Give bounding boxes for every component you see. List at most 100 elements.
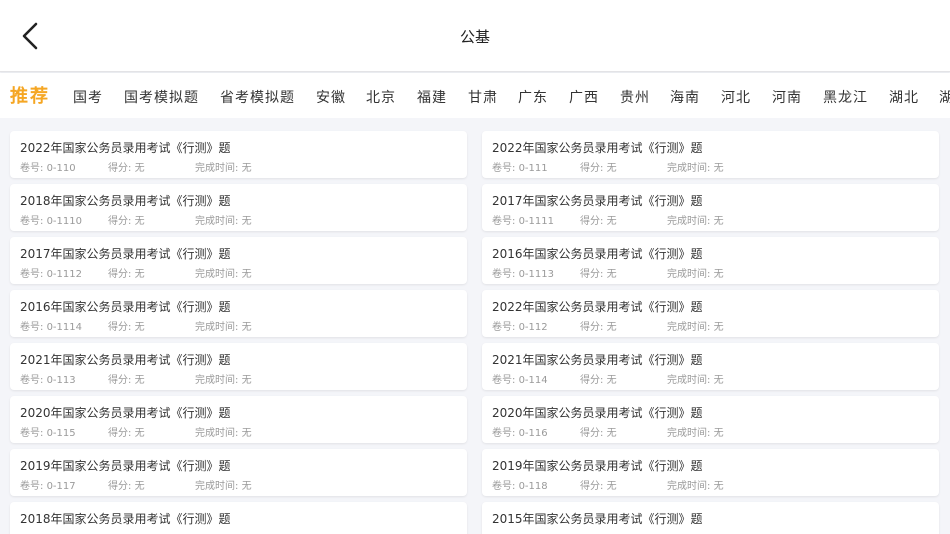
paper-finish-time-label: 完成时间:	[195, 428, 242, 439]
paper-number-value: 0-117	[46, 481, 76, 492]
paper-number-value: 0-1110	[46, 216, 82, 227]
paper-card[interactable]: 2020年国家公务员录用考试《行测》题 卷号: 0-116 得分: 无完成时间: 无	[482, 396, 939, 443]
paper-title: 2022年国家公务员录用考试《行测》题	[492, 300, 703, 314]
paper-score: 得分: 无	[108, 477, 145, 492]
paper-card[interactable]: 2018年国家公务员录用考试《行测》题	[10, 502, 467, 534]
paper-number-value: 0-118	[518, 481, 548, 492]
tab-8[interactable]: 广东	[518, 87, 548, 107]
tab-0[interactable]: 推荐	[10, 82, 50, 108]
paper-score: 得分: 无	[580, 212, 617, 227]
paper-number: 卷号: 0-110	[20, 159, 76, 174]
paper-number: 卷号: 0-1113	[492, 265, 554, 280]
tab-11[interactable]: 海南	[670, 87, 700, 107]
paper-score: 得分: 无	[580, 477, 617, 492]
paper-card[interactable]: 2015年国家公务员录用考试《行测》题	[482, 502, 939, 534]
paper-finish-time: 完成时间: 无	[667, 318, 724, 333]
paper-score-value: 无	[134, 216, 145, 227]
paper-number-value: 0-112	[518, 322, 548, 333]
paper-card[interactable]: 2020年国家公务员录用考试《行测》题 卷号: 0-115 得分: 无完成时间: 无	[10, 396, 467, 443]
paper-score-label: 得分:	[580, 481, 607, 492]
paper-card[interactable]: 2017年国家公务员录用考试《行测》题 卷号: 0-1112 得分: 无 完成时间: …	[10, 237, 467, 284]
paper-score: 得分: 无	[108, 265, 145, 280]
paper-card[interactable]: 2019年国家公务员录用考试《行测》题 卷号: 0-117 得分: 无完成时间: 无	[10, 449, 467, 496]
paper-number: 卷号: 0-112	[492, 318, 548, 333]
paper-finish-time: 完成时间: 无	[195, 265, 252, 280]
paper-number-label: 卷号:	[492, 269, 519, 280]
paper-card[interactable]: 2018年国家公务员录用考试《行测》题 卷号: 0-1110 得分: 无完成时间: …	[10, 184, 467, 231]
paper-score-label: 得分:	[108, 216, 135, 227]
paper-number-value: 0-1112	[46, 269, 82, 280]
paper-title: 2015年国家公务员录用考试《行测》题	[492, 512, 703, 526]
tab-3[interactable]: 省考模拟题	[220, 87, 295, 107]
paper-score-value: 无	[606, 216, 617, 227]
paper-finish-time-label: 完成时间:	[195, 375, 242, 386]
paper-finish-time: 完成时间: 无	[195, 424, 252, 439]
paper-finish-time-label: 完成时间:	[195, 322, 242, 333]
paper-number: 卷号: 0-1111	[492, 212, 554, 227]
paper-card[interactable]: 2022年国家公务员录用考试《行测》题 卷号: 0-112 得分: 无 完成时间: 无	[482, 290, 939, 337]
paper-finish-time: 完成时间: 无	[667, 424, 724, 439]
paper-number-label: 卷号:	[20, 428, 47, 439]
paper-finish-time-value: 无	[241, 428, 252, 439]
paper-score-value: 无	[606, 322, 617, 333]
paper-card[interactable]: 2022年国家公务员录用考试《行测》题 卷号: 0-110 得分: 无 完成时间: 无	[10, 131, 467, 178]
paper-card[interactable]: 2016年国家公务员录用考试《行测》题 卷号: 0-1113 得分: 无完成时间: …	[482, 237, 939, 284]
paper-finish-time-label: 完成时间:	[667, 269, 714, 280]
paper-card[interactable]: 2016年国家公务员录用考试《行测》题 卷号: 0-1114 得分: 无完成时间: …	[10, 290, 467, 337]
paper-card[interactable]: 2022年国家公务员录用考试《行测》题 卷号: 0-111 得分: 无完成时间: 无	[482, 131, 939, 178]
paper-score-value: 无	[606, 269, 617, 280]
paper-finish-time-label: 完成时间:	[667, 428, 714, 439]
tab-10[interactable]: 贵州	[620, 87, 650, 107]
paper-title: 2021年国家公务员录用考试《行测》题	[20, 353, 231, 367]
paper-title: 2019年国家公务员录用考试《行测》题	[492, 459, 703, 473]
paper-finish-time-value: 无	[713, 216, 724, 227]
paper-number: 卷号: 0-117	[20, 477, 76, 492]
paper-card[interactable]: 2019年国家公务员录用考试《行测》题 卷号: 0-118 得分: 无 完成时间: 无	[482, 449, 939, 496]
paper-number-label: 卷号:	[20, 163, 47, 174]
paper-finish-time: 完成时间: 无	[195, 159, 252, 174]
paper-number: 卷号: 0-111	[492, 159, 548, 174]
paper-number-label: 卷号:	[492, 481, 519, 492]
tab-13[interactable]: 河南	[772, 87, 802, 107]
paper-score: 得分: 无	[580, 371, 617, 386]
paper-score: 得分: 无	[580, 265, 617, 280]
paper-number: 卷号: 0-1112	[20, 265, 82, 280]
paper-number-label: 卷号:	[20, 269, 47, 280]
tab-15[interactable]: 湖北	[889, 87, 919, 107]
paper-number-label: 卷号:	[492, 428, 519, 439]
paper-score-value: 无	[606, 375, 617, 386]
category-tab-bar[interactable]: 推荐 国考 国考模拟题 省考模拟题 安徽 北京 福建 甘肃 广东 广西 贵州 海南 河北 河南 黑龙江 湖北湖	[0, 73, 950, 118]
paper-card[interactable]: 2017年国家公务员录用考试《行测》题 卷号: 0-1111 得分: 无完成时间: …	[482, 184, 939, 231]
paper-title: 2020年国家公务员录用考试《行测》题	[492, 406, 703, 420]
paper-finish-time-value: 无	[713, 481, 724, 492]
paper-number-value: 0-111	[518, 163, 548, 174]
tab-5[interactable]: 北京	[366, 87, 396, 107]
tab-1[interactable]: 国考	[73, 87, 103, 107]
paper-finish-time: 完成时间: 无	[195, 477, 252, 492]
tab-16[interactable]: 湖	[939, 87, 950, 107]
tab-2[interactable]: 国考模拟题	[124, 87, 199, 107]
tab-4[interactable]: 安徽	[316, 87, 346, 107]
tab-6[interactable]: 福建	[417, 87, 447, 107]
paper-score-label: 得分:	[580, 163, 607, 174]
paper-title: 2022年国家公务员录用考试《行测》题	[492, 141, 703, 155]
paper-score: 得分: 无	[580, 318, 617, 333]
tab-12[interactable]: 河北	[721, 87, 751, 107]
paper-title: 2017年国家公务员录用考试《行测》题	[20, 247, 231, 261]
paper-number-value: 0-1111	[518, 216, 554, 227]
paper-number: 卷号: 0-114	[492, 371, 548, 386]
tab-9[interactable]: 广西	[569, 87, 599, 107]
paper-title: 2018年国家公务员录用考试《行测》题	[20, 194, 231, 208]
paper-finish-time: 完成时间: 无	[667, 212, 724, 227]
paper-card[interactable]: 2021年国家公务员录用考试《行测》题 卷号: 0-114 得分: 无完成时间: 无	[482, 343, 939, 390]
paper-finish-time-label: 完成时间:	[195, 269, 242, 280]
paper-list: 2022年国家公务员录用考试《行测》题 卷号: 0-110 得分: 无完成时间: 无…	[0, 118, 950, 534]
tab-7[interactable]: 甘肃	[468, 87, 498, 107]
paper-title: 2022年国家公务员录用考试《行测》题	[20, 141, 231, 155]
paper-card[interactable]: 2021年国家公务员录用考试《行测》题 卷号: 0-113 得分: 无完成时间: 无	[10, 343, 467, 390]
tab-14[interactable]: 黑龙江	[823, 87, 868, 107]
paper-score: 得分: 无	[108, 159, 145, 174]
paper-finish-time-label: 完成时间:	[667, 481, 714, 492]
paper-finish-time-label: 完成时间:	[667, 375, 714, 386]
paper-number: 卷号: 0-1114	[20, 318, 82, 333]
